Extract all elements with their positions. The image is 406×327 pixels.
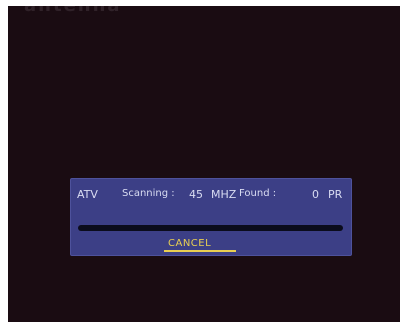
tuner-mode-label: ATV — [77, 188, 98, 201]
cancel-label: CANCEL — [168, 238, 212, 249]
frequency-unit: MHZ — [211, 188, 237, 201]
found-label: Found : — [239, 188, 277, 199]
found-count: 0 — [312, 188, 319, 201]
scan-progress-bar — [78, 225, 343, 231]
channel-scan-dialog: ATV Scanning : 45 MHZ Found : 0 PR CANCE… — [70, 178, 352, 256]
frequency-value: 45 — [189, 188, 203, 201]
scan-status-row: ATV Scanning : 45 MHZ Found : 0 PR — [71, 188, 351, 204]
screen-top-text: antenna — [24, 6, 122, 16]
tv-screen: antenna ATV Scanning : 45 MHZ Found : 0 … — [8, 6, 400, 322]
scanning-label: Scanning : — [122, 188, 175, 199]
cancel-button[interactable]: CANCEL — [164, 238, 236, 252]
cancel-focus-underline — [164, 250, 236, 252]
found-unit: PR — [328, 188, 343, 201]
